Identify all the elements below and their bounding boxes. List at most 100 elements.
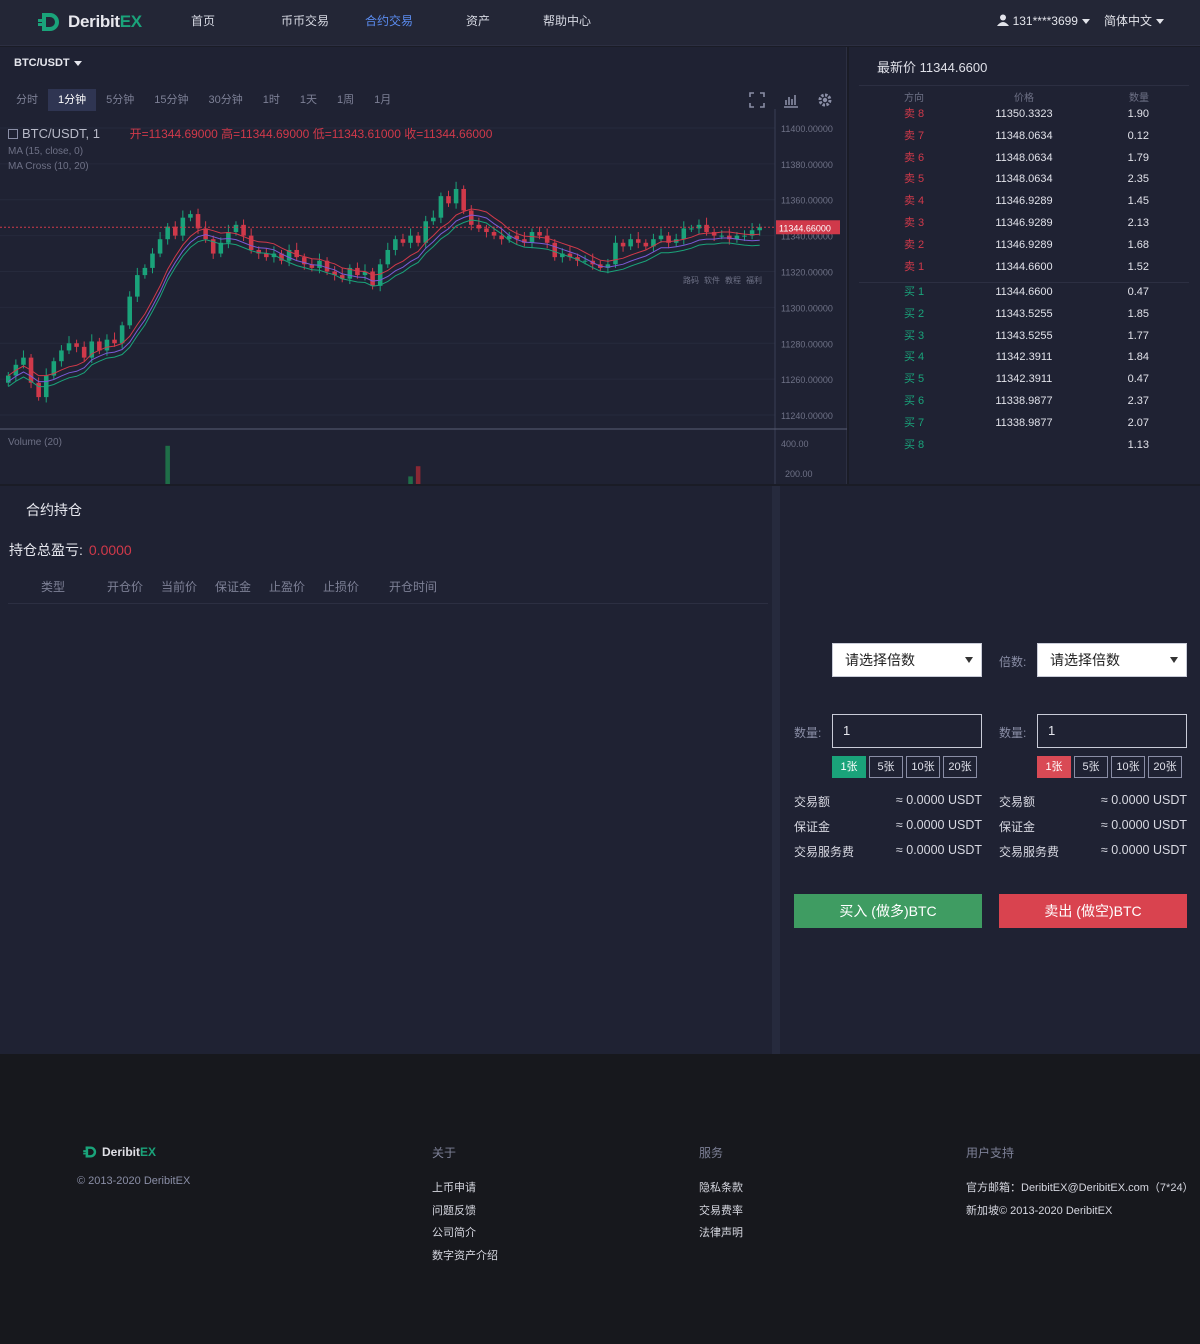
footer-link[interactable]: 数字资产介绍 — [432, 1245, 498, 1268]
ask-row[interactable]: 卖 5 11348.0634 2.35 — [859, 169, 1189, 191]
language-menu[interactable]: 简体中文 — [1104, 12, 1164, 29]
footer-logo[interactable]: DeribitEX — [82, 1144, 156, 1160]
bid-row[interactable]: 买 3 11343.5255 1.77 — [859, 326, 1189, 348]
bid-row[interactable]: 买 1 11344.6600 0.47 — [859, 282, 1189, 304]
col-stop-loss: 止损价 — [322, 580, 359, 594]
period-tab[interactable]: 5分钟 — [96, 89, 144, 111]
buy-chip-1[interactable]: 1张 — [832, 756, 866, 778]
candle — [643, 242, 649, 247]
pair-selector[interactable]: BTC/USDT — [14, 57, 82, 69]
bid-row[interactable]: 买 5 11342.3911 0.47 — [859, 369, 1189, 391]
legend-collapse-icon[interactable] — [8, 129, 18, 139]
candle — [431, 217, 436, 222]
period-tab[interactable]: 分时 — [6, 89, 48, 111]
sell-chip-20[interactable]: 20张 — [1148, 756, 1182, 778]
candle — [66, 343, 72, 351]
ask-row[interactable]: 卖 7 11348.0634 0.12 — [859, 126, 1189, 148]
period-tab[interactable]: 1时 — [253, 89, 290, 111]
bid-row[interactable]: 买 4 11342.3911 1.84 — [859, 347, 1189, 369]
candle — [408, 235, 413, 243]
footer-link[interactable]: 问题反馈 — [432, 1200, 498, 1223]
candle — [165, 226, 170, 240]
bid-dir: 买 5 — [904, 373, 925, 386]
sell-chip-5[interactable]: 5张 — [1074, 756, 1108, 778]
pnl-value: 0.0000 — [88, 542, 132, 558]
sell-chip-1[interactable]: 1张 — [1037, 756, 1071, 778]
buy-fee-row: 交易服务费 ≈ 0.0000 USDT — [794, 843, 982, 859]
ask-row[interactable]: 卖 4 11346.9289 1.45 — [859, 191, 1189, 213]
period-tab[interactable]: 30分钟 — [199, 89, 253, 111]
bid-row[interactable]: 买 7 11338.9877 2.07 — [859, 413, 1189, 435]
buy-long-button[interactable]: 买入 (做多)BTC — [794, 894, 982, 928]
buy-chip-5[interactable]: 5张 — [869, 756, 903, 778]
sell-leverage-select[interactable]: 请选择倍数 — [1037, 643, 1187, 677]
period-tab[interactable]: 15分钟 — [144, 89, 198, 111]
bid-row[interactable]: 买 8 1.13 — [859, 435, 1189, 457]
ask-row[interactable]: 卖 8 11350.3323 1.90 — [859, 104, 1189, 126]
main-nav: 首页 币币交易 合约交易 资产 帮助中心 — [180, 0, 600, 46]
nav-item-assets[interactable]: 资产 — [422, 0, 534, 46]
bid-row[interactable]: 买 2 11343.5255 1.85 — [859, 304, 1189, 326]
chart-tools — [748, 91, 834, 109]
buy-chip-20[interactable]: 20张 — [943, 756, 977, 778]
chart-legend: BTC/USDT, 1 开=11344.69000 高=11344.69000 … — [8, 125, 492, 172]
nav-item-help[interactable]: 帮助中心 — [534, 0, 600, 46]
nav-item-spot[interactable]: 币币交易 — [226, 0, 356, 46]
candle — [248, 235, 254, 250]
candle — [203, 228, 208, 240]
footer-email[interactable]: 官方邮箱：DeribitEX@DeribitEX.com（7*24） — [966, 1177, 1194, 1200]
buy-chip-10[interactable]: 10张 — [906, 756, 940, 778]
ask-row[interactable]: 卖 6 11348.0634 1.79 — [859, 148, 1189, 170]
ask-price: 11346.9289 — [995, 216, 1053, 229]
indicators-icon[interactable] — [782, 91, 800, 109]
ask-row[interactable]: 卖 2 11346.9289 1.68 — [859, 235, 1189, 257]
footer-link[interactable]: 上币申请 — [432, 1177, 498, 1200]
user-menu[interactable]: 131****3699 — [997, 14, 1090, 28]
candle — [689, 228, 694, 230]
sell-amount-row: 交易额 ≈ 0.0000 USDT — [999, 793, 1187, 809]
brand-logo[interactable]: DeribitEX — [36, 9, 142, 35]
trade-form: 请选择倍数 数量: 1 1张 5张 10张 20张 交易额 ≈ 0.0000 US… — [780, 486, 1200, 1054]
y-tick-label: 11360.00000 — [781, 196, 833, 206]
footer-about-title: 关于 — [432, 1146, 457, 1160]
sell-chip-10[interactable]: 10张 — [1111, 756, 1145, 778]
legend-main: BTC/USDT, 1 开=11344.69000 高=11344.69000 … — [8, 125, 492, 142]
ask-row[interactable]: 卖 1 11344.6600 1.52 — [859, 257, 1189, 279]
candle — [529, 232, 535, 243]
y-tick-label: 11380.00000 — [781, 160, 833, 170]
footer-logo-text: DeribitEX — [102, 1145, 157, 1159]
period-tab[interactable]: 1天 — [290, 89, 327, 111]
buy-leverage-select[interactable]: 请选择倍数 — [832, 643, 982, 677]
nav-item-contract[interactable]: 合约交易 — [356, 0, 422, 46]
total-pnl: 持仓总盈亏: 0.0000 — [9, 540, 132, 560]
nav-item-home[interactable]: 首页 — [180, 0, 226, 46]
candle — [400, 239, 406, 243]
footer-link[interactable]: 法律声明 — [699, 1222, 743, 1245]
bid-row[interactable]: 买 6 11338.9877 2.37 — [859, 391, 1189, 413]
footer-link[interactable]: 交易费率 — [699, 1200, 743, 1223]
chevron-down-icon — [965, 657, 973, 663]
candle — [104, 339, 110, 351]
candle — [453, 188, 459, 204]
fullscreen-icon[interactable] — [748, 91, 766, 109]
ask-price: 11344.6600 — [995, 260, 1053, 273]
period-tab[interactable]: 1分钟 — [48, 89, 97, 111]
candle — [385, 249, 391, 265]
user-id: 131****3699 — [1012, 13, 1078, 28]
col-price: 价格 — [1014, 93, 1034, 104]
sell-short-button[interactable]: 卖出 (做空)BTC — [999, 894, 1187, 928]
ask-row[interactable]: 卖 3 11346.9289 2.13 — [859, 213, 1189, 235]
footer-link[interactable]: 公司简介 — [432, 1222, 498, 1245]
bid-price: 11343.5255 — [995, 307, 1053, 320]
settings-gear-icon[interactable] — [816, 91, 834, 109]
footer-link[interactable]: 隐私条款 — [699, 1177, 743, 1200]
period-tab[interactable]: 1周 — [327, 89, 364, 111]
logo-icon — [38, 13, 59, 31]
buy-qty-input[interactable]: 1 — [832, 714, 982, 748]
sell-qty-input[interactable]: 1 — [1037, 714, 1187, 748]
sell-margin-row: 保证金 ≈ 0.0000 USDT — [999, 818, 1187, 834]
period-tab[interactable]: 1月 — [364, 89, 401, 111]
bid-dir: 买 7 — [904, 416, 925, 429]
ask-dir: 卖 1 — [904, 260, 925, 273]
watermark-text: 福利 — [746, 275, 762, 285]
